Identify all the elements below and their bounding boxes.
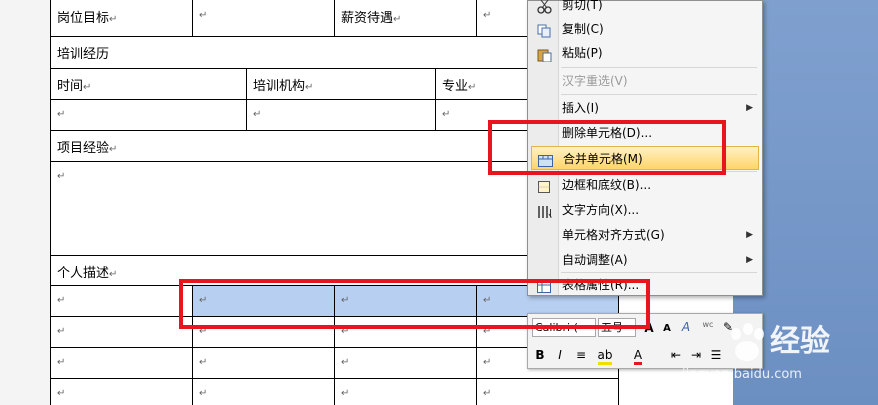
- menu-separator: [561, 67, 757, 68]
- grid-cell[interactable]: ↵: [50, 378, 193, 405]
- submenu-arrow-icon: ▶: [746, 255, 753, 265]
- training-institution-cell[interactable]: ↵: [246, 99, 436, 131]
- screenshot: 岗位目标↵ ↵ 薪资待遇↵ ↵ 培训经历 时间↵ 培训机构↵ 专业↵ ↵ ↵ ↵…: [0, 0, 878, 405]
- menu-item-paste[interactable]: 粘贴(P): [531, 41, 759, 65]
- increase-indent-icon[interactable]: ⇥: [688, 346, 704, 364]
- grid-cell[interactable]: ↵: [50, 285, 193, 317]
- baidu-paw-icon: [731, 323, 764, 361]
- grid-cell[interactable]: ↵: [334, 347, 477, 379]
- highlight-color-icon[interactable]: ab: [594, 346, 616, 365]
- salary-label[interactable]: 薪资待遇↵: [334, 0, 477, 37]
- watermark-url: jingyan.baidu.com: [682, 367, 802, 382]
- scissors-icon: [537, 0, 552, 14]
- grid-cell[interactable]: ↵: [50, 347, 193, 379]
- menu-item-copy[interactable]: 复制(C): [531, 17, 759, 41]
- submenu-arrow-icon: ▶: [746, 230, 753, 240]
- grid-cell[interactable]: ↵: [192, 347, 335, 379]
- format-painter-style-icon[interactable]: A: [678, 318, 694, 336]
- training-time-cell[interactable]: ↵: [50, 99, 247, 131]
- shrink-font-icon[interactable]: A: [659, 320, 675, 338]
- col-time[interactable]: 时间↵: [50, 68, 247, 100]
- menu-item-autofit[interactable]: 自动调整(A) ▶: [531, 248, 759, 272]
- submenu-arrow-icon: ▶: [746, 103, 753, 113]
- grid-cell[interactable]: ↵: [192, 378, 335, 405]
- project-body[interactable]: ↵: [50, 161, 596, 256]
- text-direction-icon: [537, 203, 552, 218]
- grid-cell[interactable]: ↵: [334, 378, 477, 405]
- grid-cell[interactable]: ↵: [50, 316, 193, 348]
- document-margin: [0, 0, 50, 405]
- font-color-icon[interactable]: A: [630, 346, 646, 365]
- menu-item-reselect-hanzi[interactable]: 汉字重选(V): [531, 69, 759, 93]
- menu-item-insert[interactable]: 插入(I) ▶: [531, 96, 759, 120]
- center-align-icon[interactable]: ≡: [573, 346, 589, 364]
- bullets-icon[interactable]: ☰: [708, 346, 724, 364]
- menu-item-cut[interactable]: 剪切(T): [531, 0, 759, 17]
- training-header[interactable]: 培训经历: [50, 36, 596, 69]
- grid-cell[interactable]: ↵: [476, 378, 619, 405]
- watermark-brand: 经验: [770, 324, 830, 359]
- paste-icon: [537, 46, 552, 63]
- watermark: 经验 jingyan.baidu.com: [682, 319, 876, 405]
- decrease-indent-icon[interactable]: ⇤: [668, 346, 684, 364]
- menu-separator: [561, 94, 757, 95]
- annotation-box-cells: [179, 279, 650, 329]
- annotation-box-menu: [488, 120, 726, 175]
- position-goal-value[interactable]: ↵: [192, 0, 335, 37]
- copy-icon: [537, 22, 552, 38]
- borders-icon: [537, 178, 552, 193]
- menu-item-text-direction[interactable]: 文字方向(X)...: [531, 198, 759, 222]
- menu-item-cell-alignment[interactable]: 单元格对齐方式(G) ▶: [531, 223, 759, 247]
- col-institution[interactable]: 培训机构↵: [246, 68, 436, 100]
- spell-icon[interactable]: wc: [700, 316, 716, 334]
- menu-item-borders-shading[interactable]: 边框和底纹(B)...: [531, 173, 759, 197]
- italic-button[interactable]: I: [552, 346, 568, 364]
- position-goal-label[interactable]: 岗位目标↵: [50, 0, 193, 37]
- bold-button[interactable]: B: [532, 346, 548, 364]
